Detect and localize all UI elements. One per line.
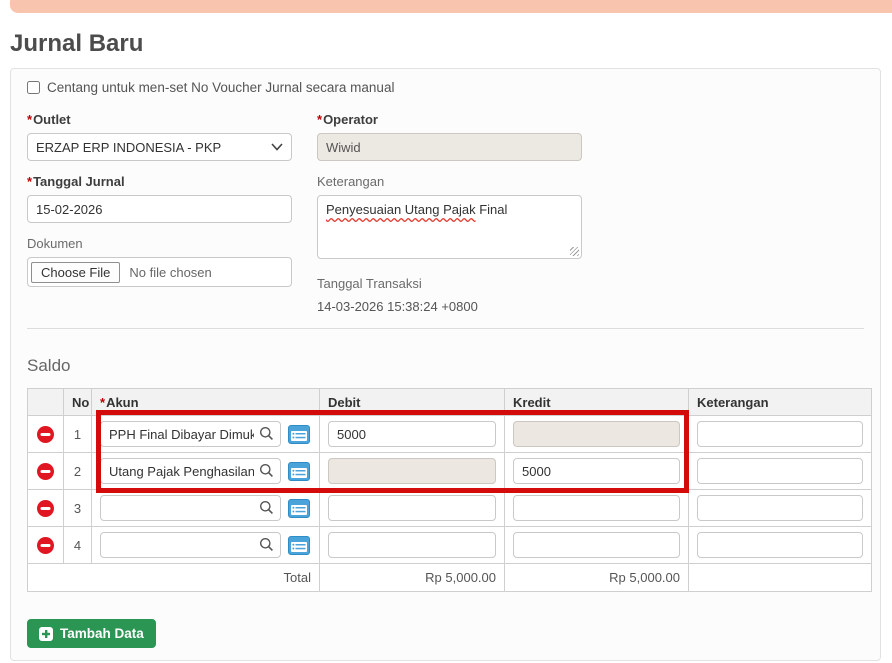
search-icon bbox=[259, 426, 274, 441]
jurnal-baru-screen: Jurnal Baru Centang untuk men-set No Vou… bbox=[0, 0, 892, 663]
operator-input bbox=[317, 133, 582, 161]
dokumen-file-input[interactable]: Choose File No file chosen bbox=[27, 257, 292, 287]
tambah-data-label: Tambah Data bbox=[60, 626, 144, 641]
saldo-row-2: 2 bbox=[28, 453, 872, 490]
required-mark: * bbox=[100, 395, 105, 410]
journal-form-panel: Centang untuk men-set No Voucher Jurnal … bbox=[10, 68, 881, 661]
manual-voucher-label: Centang untuk men-set No Voucher Jurnal … bbox=[47, 80, 394, 95]
search-icon bbox=[259, 537, 274, 552]
operator-field: *Operator bbox=[317, 112, 582, 161]
akun-input[interactable] bbox=[100, 458, 281, 484]
saldo-row-3: 3 bbox=[28, 490, 872, 527]
outlet-field: *Outlet ERZAP ERP INDONESIA - PKP bbox=[27, 112, 292, 161]
row-number: 2 bbox=[64, 453, 92, 490]
tanggal-transaksi-value: 14-03-2026 15:38:24 +0800 bbox=[317, 299, 582, 314]
form-right-column: *Operator Keterangan Penyesuaian Utang P… bbox=[317, 112, 582, 314]
outlet-selected-value: ERZAP ERP INDONESIA - PKP bbox=[36, 140, 221, 155]
account-list-icon[interactable] bbox=[287, 461, 311, 482]
saldo-header-row: No *Akun Debit Kredit Keterangan bbox=[28, 389, 872, 416]
debit-input[interactable] bbox=[328, 421, 496, 447]
page-title: Jurnal Baru bbox=[10, 30, 143, 58]
manual-voucher-checkbox[interactable] bbox=[27, 81, 40, 94]
keterangan-column-header: Keterangan bbox=[689, 389, 872, 416]
total-label: Total bbox=[28, 564, 320, 592]
debit-input[interactable] bbox=[328, 495, 496, 521]
debit-input bbox=[328, 458, 496, 484]
tanggal-jurnal-field: *Tanggal Jurnal bbox=[27, 174, 292, 223]
remove-row-icon[interactable] bbox=[37, 500, 54, 517]
saldo-heading: Saldo bbox=[27, 356, 864, 376]
account-list-icon[interactable] bbox=[287, 498, 311, 519]
dokumen-label: Dokumen bbox=[27, 236, 292, 251]
notification-bar bbox=[10, 0, 892, 13]
row-number: 1 bbox=[64, 416, 92, 453]
kredit-input[interactable] bbox=[513, 495, 680, 521]
saldo-table: No *Akun Debit Kredit Keterangan 1 bbox=[27, 388, 872, 592]
required-mark: * bbox=[27, 112, 32, 127]
debit-input[interactable] bbox=[328, 532, 496, 558]
saldo-table-wrap: No *Akun Debit Kredit Keterangan 1 bbox=[27, 388, 864, 592]
tanggal-jurnal-label: *Tanggal Jurnal bbox=[27, 174, 292, 189]
textarea-resize-handle[interactable] bbox=[570, 247, 579, 256]
search-icon bbox=[259, 463, 274, 478]
remove-row-icon[interactable] bbox=[37, 426, 54, 443]
search-icon bbox=[259, 500, 274, 515]
form-grid: *Outlet ERZAP ERP INDONESIA - PKP *Tangg… bbox=[27, 112, 864, 314]
saldo-row-4: 4 bbox=[28, 527, 872, 564]
row-number: 3 bbox=[64, 490, 92, 527]
total-kredit: Rp 5,000.00 bbox=[505, 564, 689, 592]
kredit-column-header: Kredit bbox=[505, 389, 689, 416]
keterangan-label: Keterangan bbox=[317, 174, 582, 189]
required-mark: * bbox=[317, 112, 322, 127]
debit-column-header: Debit bbox=[320, 389, 505, 416]
saldo-row-1: 1 bbox=[28, 416, 872, 453]
tanggal-transaksi-field: Tanggal Transaksi 14-03-2026 15:38:24 +0… bbox=[317, 276, 582, 314]
akun-input[interactable] bbox=[100, 495, 281, 521]
remove-row-icon[interactable] bbox=[37, 537, 54, 554]
choose-file-button[interactable]: Choose File bbox=[31, 262, 120, 283]
manual-voucher-row: Centang untuk men-set No Voucher Jurnal … bbox=[27, 80, 864, 95]
akun-column-header: *Akun bbox=[92, 389, 320, 416]
akun-input[interactable] bbox=[100, 532, 281, 558]
keterangan-input[interactable] bbox=[697, 458, 863, 484]
row-number: 4 bbox=[64, 527, 92, 564]
kredit-input[interactable] bbox=[513, 532, 680, 558]
section-divider bbox=[27, 328, 864, 329]
remove-column-header bbox=[28, 389, 64, 416]
keterangan-flagged-text: Penyesuaian Utang Pajak bbox=[326, 202, 476, 217]
plus-square-icon bbox=[39, 627, 53, 641]
remove-row-icon[interactable] bbox=[37, 463, 54, 480]
keterangan-field: Keterangan Penyesuaian Utang Pajak Final bbox=[317, 174, 582, 259]
account-list-icon[interactable] bbox=[287, 535, 311, 556]
total-debit: Rp 5,000.00 bbox=[320, 564, 505, 592]
no-column-header: No bbox=[64, 389, 92, 416]
kredit-input[interactable] bbox=[513, 458, 680, 484]
saldo-total-row: Total Rp 5,000.00 Rp 5,000.00 bbox=[28, 564, 872, 592]
operator-label: *Operator bbox=[317, 112, 582, 127]
keterangan-input[interactable] bbox=[697, 495, 863, 521]
tambah-data-button[interactable]: Tambah Data bbox=[27, 619, 156, 648]
keterangan-rest-text: Final bbox=[476, 202, 508, 217]
kredit-input bbox=[513, 421, 680, 447]
account-list-icon[interactable] bbox=[287, 424, 311, 445]
dokumen-field: Dokumen Choose File No file chosen bbox=[27, 236, 292, 287]
tanggal-jurnal-input[interactable] bbox=[27, 195, 292, 223]
total-keterangan-empty bbox=[689, 564, 872, 592]
keterangan-input[interactable] bbox=[697, 421, 863, 447]
keterangan-textarea[interactable]: Penyesuaian Utang Pajak Final bbox=[317, 195, 582, 259]
form-left-column: *Outlet ERZAP ERP INDONESIA - PKP *Tangg… bbox=[27, 112, 292, 314]
outlet-label: *Outlet bbox=[27, 112, 292, 127]
keterangan-input[interactable] bbox=[697, 532, 863, 558]
outlet-select[interactable]: ERZAP ERP INDONESIA - PKP bbox=[27, 133, 292, 161]
required-mark: * bbox=[27, 174, 32, 189]
file-chosen-status: No file chosen bbox=[129, 265, 211, 280]
chevron-down-icon bbox=[271, 143, 283, 151]
akun-input[interactable] bbox=[100, 421, 281, 447]
tanggal-transaksi-label: Tanggal Transaksi bbox=[317, 276, 582, 291]
